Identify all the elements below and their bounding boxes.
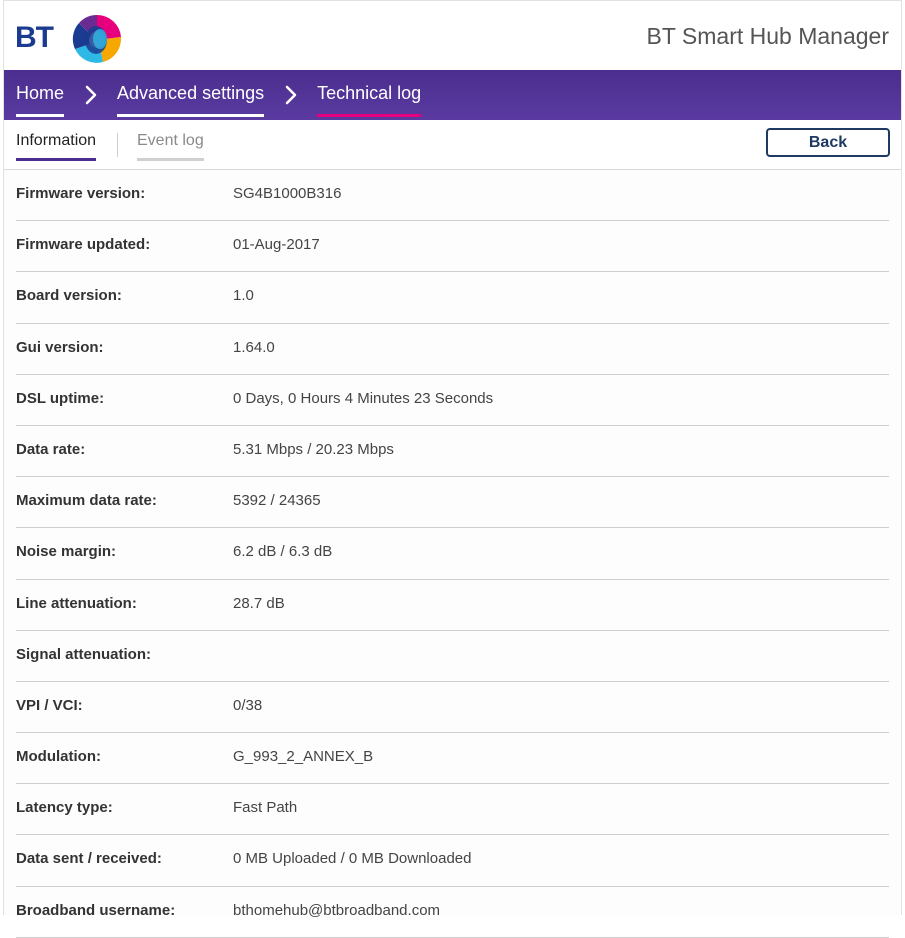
header: BT BT Smart Hub Manager (4, 1, 901, 69)
info-row-value: 5.31 Mbps / 20.23 Mbps (233, 440, 394, 458)
info-row-value: 28.7 dB (233, 594, 285, 612)
info-row: Firmware updated: 01-Aug-2017 (16, 221, 889, 273)
info-row-label: Data sent / received: (16, 850, 162, 868)
bt-globe-icon (72, 14, 122, 63)
info-row-label: Maximum data rate: (16, 492, 157, 510)
info-row-label: Latency type: (16, 799, 113, 817)
info-row-label: Modulation: (16, 748, 101, 766)
app-title: BT Smart Hub Manager (646, 23, 889, 49)
logo-text: BT (15, 21, 54, 54)
tab-information[interactable]: Information (16, 132, 97, 161)
breadcrumb-home[interactable]: Home (16, 83, 65, 117)
info-row: Firmware version: SG4B1000B316 (16, 170, 889, 222)
tab-divider (117, 133, 118, 157)
chevron-right-icon (76, 84, 106, 106)
info-row-label: Board version: (16, 287, 122, 305)
breadcrumb-technical-log[interactable]: Technical log (317, 83, 422, 117)
info-row: Data rate: 5.31 Mbps / 20.23 Mbps (16, 426, 889, 478)
info-row-label: Data rate: (16, 440, 86, 458)
breadcrumb: Home Advanced settings Technical log (4, 70, 901, 120)
info-row: Latency type: Fast Path (16, 784, 889, 836)
info-row: Gui version: 1.64.0 (16, 324, 889, 375)
info-row-label: DSL uptime: (16, 389, 105, 407)
info-row-label: Signal attenuation: (16, 645, 151, 663)
info-row-value: 1.0 (233, 287, 254, 305)
info-row-label: Broadband username: (16, 901, 176, 919)
info-row-value: 5392 / 24365 (233, 492, 321, 510)
info-table: Firmware version: SG4B1000B316 Firmware up… (4, 170, 901, 938)
info-row-label: Firmware updated: (16, 236, 151, 254)
info-row-value: Fast Path (233, 799, 298, 817)
info-row-value: 1.64.0 (233, 338, 275, 356)
tab-bar: Information Event log Back (4, 120, 901, 170)
breadcrumb-advanced-settings[interactable]: Advanced settings (117, 83, 265, 117)
back-button[interactable]: Back (766, 128, 890, 157)
info-row-value: 6.2 dB / 6.3 dB (233, 543, 333, 561)
info-row-value: 0 Days, 0 Hours 4 Minutes 23 Seconds (233, 389, 494, 407)
info-row: Broadband username: bthomehub@btbroadband… (16, 887, 889, 938)
info-row: DSL uptime: 0 Days, 0 Hours 4 Minutes 23 … (16, 375, 889, 426)
info-row-value: 01-Aug-2017 (233, 236, 320, 254)
info-row-label: Line attenuation: (16, 594, 137, 612)
info-row-label: VPI / VCI: (16, 696, 83, 714)
tab-event-log[interactable]: Event log (137, 132, 204, 161)
info-row-value: SG4B1000B316 (233, 185, 342, 202)
info-row: Noise margin: 6.2 dB / 6.3 dB (16, 528, 889, 580)
bt-logo[interactable]: BT (15, 9, 127, 65)
info-row: Modulation: G_993_2_ANNEX_B (16, 733, 889, 785)
info-row-label: Gui version: (16, 338, 104, 356)
info-row: Signal attenuation: (16, 631, 889, 682)
info-row-label: Firmware version: (16, 185, 146, 202)
info-row-value: G_993_2_ANNEX_B (233, 748, 374, 766)
info-row-label: Noise margin: (16, 543, 117, 561)
info-row: Data sent / received: 0 MB Uploaded / 0 M… (16, 835, 889, 887)
info-row-value: bthomehub@btbroadband.com (233, 901, 441, 919)
page-frame: BT BT Smart Hub Manager Home Advanced se… (3, 0, 902, 938)
info-row: Board version: 1.0 (16, 272, 889, 324)
info-row: Line attenuation: 28.7 dB (16, 580, 889, 631)
info-row: Maximum data rate: 5392 / 24365 (16, 477, 889, 529)
info-row: VPI / VCI: 0/38 (16, 682, 889, 734)
info-row-value: 0 MB Uploaded / 0 MB Downloaded (233, 850, 472, 868)
info-row-value: 0/38 (233, 696, 263, 714)
chevron-right-icon (276, 84, 306, 106)
